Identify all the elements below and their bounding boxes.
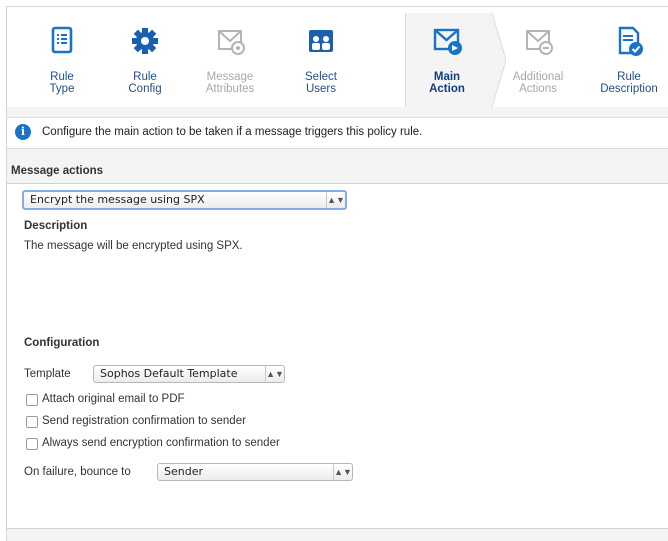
document-check-icon <box>618 26 643 56</box>
info-banner: i Configure the main action to be taken … <box>7 117 668 149</box>
step-rule-config[interactable]: Rule Config <box>107 7 183 107</box>
step-label: Rule Description <box>600 71 658 95</box>
bounce-select[interactable]: Sender ▲▼ <box>157 463 353 481</box>
configuration-title: Configuration <box>24 337 100 349</box>
bounce-label: On failure, bounce to <box>24 466 131 478</box>
step-rule-type[interactable]: Rule Type <box>24 7 100 107</box>
envelope-extra-icon <box>526 30 553 55</box>
step-select-users[interactable]: Select Users <box>283 7 359 107</box>
bounce-value: Sender <box>164 465 203 478</box>
select-arrows-icon: ▲▼ <box>326 192 345 208</box>
step-label: Message Attributes <box>205 71 255 95</box>
message-action-select[interactable]: Encrypt the message using SPX ▲▼ <box>22 190 347 210</box>
template-value: Sophos Default Template <box>100 367 238 380</box>
step-rule-description[interactable]: Rule Description <box>591 7 667 107</box>
gear-icon <box>132 28 158 54</box>
envelope-gear-icon <box>218 30 245 55</box>
step-label: Rule Config <box>128 71 162 95</box>
step-label: Main Action <box>429 71 465 95</box>
checkbox[interactable] <box>26 438 38 450</box>
step-label: Rule Type <box>49 71 75 95</box>
checkbox[interactable] <box>26 394 38 406</box>
select-arrows-icon: ▲▼ <box>265 366 284 382</box>
envelope-action-icon <box>433 28 462 55</box>
template-select[interactable]: Sophos Default Template ▲▼ <box>93 365 285 383</box>
wizard-steps: Rule Type Rule Config Message Attributes… <box>7 7 668 107</box>
step-main-action[interactable]: Main Action <box>409 7 485 107</box>
step-label: Select Users <box>305 71 337 95</box>
checkbox-label: Send registration confirmation to sender <box>42 415 246 427</box>
description-text: The message will be encrypted using SPX. <box>24 240 243 252</box>
select-arrows-icon: ▲▼ <box>333 464 352 480</box>
step-label: Additional Actions <box>512 71 564 95</box>
list-icon <box>51 26 73 54</box>
description-title: Description <box>24 220 88 232</box>
main-panel: Encrypt the message using SPX ▲▼ Descrip… <box>7 183 668 529</box>
policy-wizard: Rule Type Rule Config Message Attributes… <box>6 6 668 541</box>
message-actions-title: Message actions <box>11 165 104 177</box>
info-text: Configure the main action to be taken if… <box>42 126 423 138</box>
message-action-value: Encrypt the message using SPX <box>30 193 205 206</box>
users-icon <box>309 30 333 52</box>
checkbox-label: Always send encryption confirmation to s… <box>42 437 280 449</box>
step-additional-actions: Additional Actions <box>500 7 576 107</box>
info-icon: i <box>15 124 31 140</box>
template-label: Template <box>24 368 71 380</box>
checkbox-label: Attach original email to PDF <box>42 393 185 405</box>
step-message-attributes: Message Attributes <box>192 7 268 107</box>
checkbox[interactable] <box>26 416 38 428</box>
